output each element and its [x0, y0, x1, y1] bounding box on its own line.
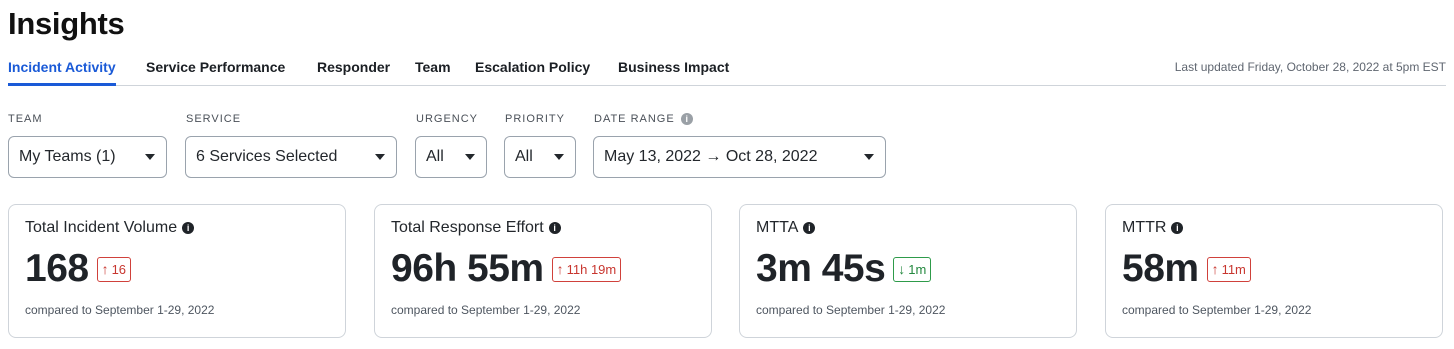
delta-value: 11h 19m: [566, 261, 617, 277]
tab-incident-activity[interactable]: Incident Activity: [8, 59, 116, 86]
tab-responder[interactable]: Responder: [317, 59, 390, 86]
caret-down-icon: [554, 154, 564, 160]
card-title: MTTA: [756, 219, 799, 236]
metric-card-mttr: MTTR i 58m ↑ 11m compared to September 1…: [1105, 204, 1443, 338]
card-title: MTTR: [1122, 219, 1167, 236]
delta-badge: ↑ 11h 19m: [551, 256, 622, 282]
team-select[interactable]: My Teams (1): [8, 136, 167, 178]
arrow-up-icon: ↑: [1211, 261, 1219, 277]
comparison-text: compared to September 1-29, 2022: [25, 303, 215, 317]
delta-value: 16: [111, 261, 127, 277]
info-icon[interactable]: i: [803, 222, 816, 234]
tab-service-performance[interactable]: Service Performance: [146, 59, 285, 86]
metric-value: 58m: [1122, 247, 1199, 290]
card-title: Total Response Effort: [391, 219, 544, 236]
tab-business-impact[interactable]: Business Impact: [618, 59, 729, 86]
urgency-select-value: All: [426, 148, 444, 165]
metric-value: 3m 45s: [756, 247, 886, 290]
priority-filter-label: PRIORITY: [505, 113, 565, 125]
info-icon[interactable]: i: [182, 222, 195, 234]
comparison-text: compared to September 1-29, 2022: [391, 303, 581, 317]
caret-down-icon: [465, 154, 475, 160]
info-icon[interactable]: i: [1171, 222, 1184, 234]
caret-down-icon: [375, 154, 385, 160]
comparison-text: compared to September 1-29, 2022: [1122, 303, 1312, 317]
metric-card-total-incident-volume: Total Incident Volume i 168 ↑ 16 compare…: [8, 204, 346, 338]
service-select[interactable]: 6 Services Selected: [185, 136, 397, 178]
team-filter-label: TEAM: [8, 113, 43, 125]
delta-value: 1m: [908, 261, 927, 277]
delta-badge: ↑ 11m: [1206, 256, 1251, 282]
arrow-up-icon: ↑: [101, 261, 109, 277]
date-range-select[interactable]: May 13, 2022 → Oct 28, 2022: [593, 136, 886, 178]
caret-down-icon: [145, 154, 155, 160]
delta-value: 11m: [1221, 261, 1246, 277]
date-range-select-value: May 13, 2022 → Oct 28, 2022: [604, 148, 818, 165]
info-icon[interactable]: i: [680, 113, 693, 125]
urgency-select[interactable]: All: [415, 136, 487, 178]
service-filter-label: SERVICE: [186, 113, 242, 125]
date-range-filter-label: DATE RANGE i: [594, 113, 693, 125]
info-icon[interactable]: i: [548, 222, 561, 234]
card-title: Total Incident Volume: [25, 219, 178, 236]
delta-badge: ↓ 1m: [893, 256, 932, 282]
arrow-down-icon: ↓: [898, 261, 906, 277]
priority-select[interactable]: All: [504, 136, 576, 178]
comparison-text: compared to September 1-29, 2022: [756, 303, 946, 317]
tab-team[interactable]: Team: [415, 59, 451, 86]
caret-down-icon: [864, 154, 874, 160]
service-select-value: 6 Services Selected: [196, 148, 338, 165]
tab-escalation-policy[interactable]: Escalation Policy: [475, 59, 590, 86]
team-select-value: My Teams (1): [19, 148, 116, 165]
metric-value: 168: [25, 247, 89, 290]
delta-badge: ↑ 16: [96, 256, 132, 282]
urgency-filter-label: URGENCY: [416, 113, 479, 125]
priority-select-value: All: [515, 148, 533, 165]
tab-bar: Incident Activity Service Performance Re…: [8, 59, 1446, 86]
arrow-up-icon: ↑: [556, 261, 564, 277]
metric-card-total-response-effort: Total Response Effort i 96h 55m ↑ 11h 19…: [374, 204, 712, 338]
metric-card-mtta: MTTA i 3m 45s ↓ 1m compared to September…: [739, 204, 1077, 338]
last-updated-text: Last updated Friday, October 28, 2022 at…: [1174, 60, 1446, 74]
metric-value: 96h 55m: [391, 247, 544, 290]
page-title: Insights: [8, 6, 125, 41]
